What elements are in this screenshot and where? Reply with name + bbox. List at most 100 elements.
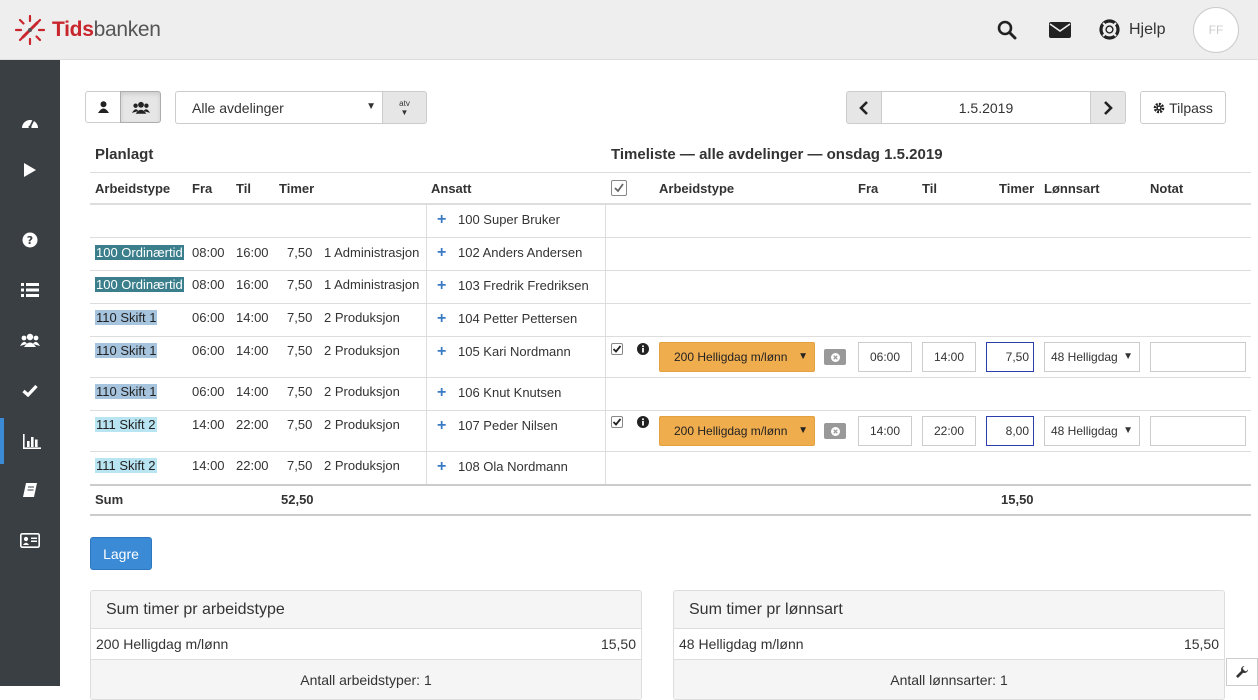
- entry-note-input[interactable]: [1150, 342, 1246, 372]
- employee-name: 104 Petter Pettersen: [458, 311, 578, 326]
- chevron-down-icon: ▼: [798, 351, 808, 362]
- info-icon[interactable]: [637, 416, 649, 428]
- sidebar-item-play[interactable]: [0, 150, 60, 190]
- check-icon: [614, 183, 624, 193]
- entry-wagetype-value: 48 Helligdag: [1051, 350, 1118, 364]
- search-icon[interactable]: [997, 20, 1017, 40]
- sum-bottom-divider: [90, 514, 1251, 516]
- logo-icon: [14, 14, 46, 46]
- add-entry-icon[interactable]: +: [437, 344, 446, 360]
- col-from: Fra: [192, 181, 213, 196]
- clear-entry-button[interactable]: [824, 349, 846, 365]
- worktype-tag: 110 Skift 1: [95, 384, 158, 399]
- lifebuoy-icon[interactable]: [1099, 19, 1120, 40]
- add-entry-icon[interactable]: +: [437, 459, 446, 475]
- previous-date-button[interactable]: [846, 91, 882, 124]
- add-entry-icon[interactable]: +: [437, 212, 446, 228]
- chevron-down-icon: ▼: [1123, 425, 1133, 436]
- entry-hours-input[interactable]: 8,00: [986, 416, 1034, 446]
- col-ts-note: Notat: [1150, 181, 1184, 196]
- chevron-down-icon: ▼: [798, 425, 808, 436]
- logo[interactable]: Tidsbanken: [14, 14, 161, 46]
- sidebar-item-approve[interactable]: [0, 370, 60, 410]
- entry-to-input[interactable]: 22:00: [922, 416, 976, 446]
- employee-name: 100 Super Bruker: [458, 212, 560, 227]
- group-users-button[interactable]: [120, 91, 161, 123]
- entry-checkbox[interactable]: [611, 416, 623, 428]
- entry-wagetype-select[interactable]: 48 Helligdag ▼: [1044, 416, 1140, 446]
- planned-sum-hours: 52,50: [281, 492, 314, 507]
- planned-title: Planlagt: [95, 146, 154, 163]
- add-entry-icon[interactable]: +: [437, 418, 446, 434]
- entry-from-input[interactable]: 06:00: [858, 342, 912, 372]
- atv-dropdown-button[interactable]: atv ▼: [382, 91, 427, 124]
- info-icon[interactable]: [637, 343, 649, 355]
- save-button[interactable]: Lagre: [90, 537, 152, 570]
- avatar[interactable]: FF: [1193, 7, 1239, 53]
- sidebar-item-dashboard[interactable]: [0, 102, 60, 142]
- col-ts-from: Fra: [858, 181, 879, 196]
- add-entry-icon[interactable]: +: [437, 278, 446, 294]
- entry-worktype-value: 200 Helligdag m/lønn: [674, 350, 788, 364]
- clear-entry-button[interactable]: [824, 423, 846, 439]
- date-input[interactable]: 1.5.2019: [881, 91, 1091, 124]
- header-bottom-divider: [90, 203, 1251, 205]
- close-circle-icon: [830, 352, 840, 362]
- sidebar-item-book[interactable]: [0, 470, 60, 510]
- customize-button[interactable]: Tilpass: [1140, 91, 1226, 124]
- planned-to: 16:00: [236, 245, 269, 260]
- select-all-checkbox[interactable]: [611, 180, 627, 196]
- planned-from: 14:00: [192, 417, 225, 432]
- planned-from: 06:00: [192, 384, 225, 399]
- mail-icon[interactable]: [1049, 22, 1071, 38]
- single-user-button[interactable]: [85, 91, 121, 123]
- tools-button[interactable]: [1226, 658, 1258, 686]
- entry-hours-input[interactable]: 7,50: [986, 342, 1034, 372]
- atv-label: atv: [399, 98, 410, 108]
- sidebar-item-reports[interactable]: [0, 418, 60, 464]
- entry-checkbox[interactable]: [611, 343, 623, 355]
- entry-worktype-select[interactable]: 200 Helligdag m/lønn ▼: [659, 342, 815, 372]
- add-entry-icon[interactable]: +: [437, 311, 446, 327]
- gear-icon: [1153, 102, 1165, 113]
- sidebar-item-help[interactable]: ?: [0, 220, 60, 260]
- entry-from-input[interactable]: 14:00: [858, 416, 912, 446]
- entry-worktype-select[interactable]: 200 Helligdag m/lønn ▼: [659, 416, 815, 446]
- summary-wagetype-footer: Antall lønnsarter: 1: [674, 660, 1224, 699]
- chevron-left-icon: [859, 100, 868, 115]
- col-worktype: Arbeidstype: [95, 181, 171, 196]
- list-item: 200 Helligdag m/lønn 15,50: [91, 629, 641, 660]
- users-icon: [131, 101, 150, 114]
- add-entry-icon[interactable]: +: [437, 245, 446, 261]
- chevron-right-icon: [1104, 100, 1113, 115]
- user-icon: [97, 101, 109, 113]
- planned-to: 14:00: [236, 384, 269, 399]
- sidebar-item-list[interactable]: [0, 270, 60, 310]
- add-entry-icon[interactable]: +: [437, 385, 446, 401]
- employee-name: 105 Kari Nordmann: [458, 344, 571, 359]
- sidebar-item-id-card[interactable]: [0, 520, 60, 560]
- entry-to-input[interactable]: 14:00: [922, 342, 976, 372]
- sidebar-item-users[interactable]: [0, 320, 60, 360]
- entry-wagetype-select[interactable]: 48 Helligdag ▼: [1044, 342, 1140, 372]
- entry-note-input[interactable]: [1150, 416, 1246, 446]
- timesheet-title: Timeliste — alle avdelinger — onsdag 1.5…: [611, 146, 943, 163]
- planned-to: 14:00: [236, 343, 269, 358]
- next-date-button[interactable]: [1090, 91, 1126, 124]
- row-divider: [90, 303, 1251, 304]
- check-icon: [612, 345, 622, 353]
- id-card-icon: [20, 532, 40, 548]
- col-to: Til: [236, 181, 251, 196]
- summary-worktype-footer: Antall arbeidstyper: 1: [91, 660, 641, 699]
- help-link[interactable]: Hjelp: [1129, 21, 1165, 39]
- department-select-value: Alle avdelinger: [192, 99, 284, 116]
- department: 2 Produksjon: [324, 458, 400, 473]
- close-circle-icon: [830, 426, 840, 436]
- worktype-tag: 111 Skift 2: [95, 417, 157, 432]
- planned-from: 14:00: [192, 458, 225, 473]
- department-select[interactable]: Alle avdelinger ▼: [175, 91, 383, 124]
- row-divider: [90, 451, 1251, 452]
- users-icon: [20, 333, 40, 347]
- planned-hours: 7,50: [287, 310, 313, 325]
- top-bar: Tidsbanken Hjelp FF: [0, 0, 1258, 60]
